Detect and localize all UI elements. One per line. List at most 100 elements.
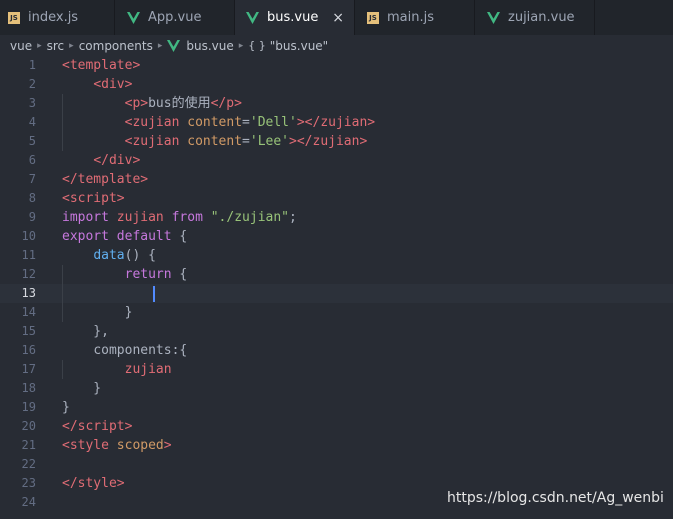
code-token: zujian bbox=[116, 210, 164, 225]
tab-label: index.js bbox=[28, 10, 79, 25]
code-token: return bbox=[124, 267, 172, 282]
line-number: 14 bbox=[21, 305, 36, 319]
tab-index-js[interactable]: JS index.js bbox=[0, 0, 115, 35]
code-token: <template bbox=[62, 58, 133, 73]
vue-file-icon bbox=[127, 11, 140, 24]
code-token: </style bbox=[62, 476, 117, 491]
code-line[interactable]: 15 }, bbox=[0, 322, 673, 341]
line-number: 17 bbox=[21, 362, 36, 376]
code-token: data bbox=[93, 248, 125, 263]
code-text: components:{ bbox=[62, 341, 187, 360]
line-number: 8 bbox=[28, 191, 36, 205]
tab-label: bus.vue bbox=[267, 10, 319, 25]
code-line[interactable]: 14 } bbox=[0, 303, 673, 322]
code-token: { bbox=[171, 267, 188, 282]
line-number: 21 bbox=[21, 438, 36, 452]
code-line[interactable]: 6 </div> bbox=[0, 151, 673, 170]
code-text: </template> bbox=[62, 170, 148, 189]
code-line[interactable]: 5 <zujian content='Lee'></zujian> bbox=[0, 132, 673, 151]
code-line[interactable]: 17 zujian bbox=[0, 360, 673, 379]
code-text: } bbox=[62, 379, 101, 398]
js-file-icon: JS bbox=[8, 11, 20, 24]
vue-file-icon bbox=[487, 11, 500, 24]
line-number: 10 bbox=[21, 229, 36, 243]
line-number: 5 bbox=[28, 134, 36, 148]
line-number: 3 bbox=[28, 96, 36, 110]
code-text: return { bbox=[62, 265, 188, 284]
code-token: } bbox=[62, 305, 133, 320]
js-file-icon: JS bbox=[367, 11, 379, 24]
line-number: 19 bbox=[21, 400, 36, 414]
breadcrumb-item-symbol[interactable]: "bus.vue" bbox=[270, 39, 328, 53]
line-number: 23 bbox=[21, 476, 36, 490]
line-number: 22 bbox=[21, 457, 36, 471]
code-token: zujian bbox=[320, 115, 368, 130]
code-line[interactable]: 10 export default { bbox=[0, 227, 673, 246]
code-token: <zujian bbox=[124, 115, 180, 130]
line-number: 12 bbox=[21, 267, 36, 281]
code-text: } bbox=[62, 303, 133, 322]
chevron-right-icon: ▸ bbox=[69, 40, 74, 51]
tab-bar: JS index.js App.vue bus.vue × JS main.js… bbox=[0, 0, 673, 35]
code-line[interactable]: 2 <div> bbox=[0, 75, 673, 94]
code-line[interactable]: 16 components:{ bbox=[0, 341, 673, 360]
code-token: <script bbox=[62, 191, 117, 206]
chevron-right-icon: ▸ bbox=[238, 40, 244, 51]
tab-bus-vue[interactable]: bus.vue × bbox=[235, 0, 355, 35]
code-token: default bbox=[116, 229, 172, 244]
code-line[interactable]: 3 <p>bus的使用</p> bbox=[0, 94, 673, 113]
tab-app-vue[interactable]: App.vue bbox=[115, 0, 235, 35]
code-line[interactable]: 8 <script> bbox=[0, 189, 673, 208]
line-number: 4 bbox=[28, 115, 36, 129]
chevron-right-icon: ▸ bbox=[37, 40, 42, 51]
tab-label: main.js bbox=[387, 10, 434, 25]
tab-main-js[interactable]: JS main.js bbox=[355, 0, 475, 35]
code-editor[interactable]: 1 <template> 2 <div> 3 <p>bus的使用</p> 4 <zuji… bbox=[0, 56, 673, 519]
line-number: 2 bbox=[28, 77, 36, 91]
code-text: </div> bbox=[62, 151, 140, 170]
code-line[interactable]: 4 <zujian content='Dell'></zujian> bbox=[0, 113, 673, 132]
code-line[interactable]: 12 return { bbox=[0, 265, 673, 284]
code-token: content bbox=[187, 134, 243, 149]
breadcrumb-item-components[interactable]: components bbox=[79, 39, 153, 53]
code-line[interactable]: 20 </script> bbox=[0, 417, 673, 436]
code-token: 'Dell' bbox=[249, 115, 297, 130]
code-text: <script> bbox=[62, 189, 125, 208]
breadcrumb-item-src[interactable]: src bbox=[47, 39, 65, 53]
code-token: } bbox=[62, 381, 102, 396]
code-line[interactable]: 9 import zujian from "./zujian"; bbox=[0, 208, 673, 227]
code-line[interactable]: 21 <style scoped> bbox=[0, 436, 673, 455]
line-number: 24 bbox=[21, 495, 36, 509]
code-token: > bbox=[367, 115, 376, 130]
vue-file-icon bbox=[167, 39, 181, 52]
code-line[interactable]: 13 bbox=[0, 284, 673, 303]
code-token: = bbox=[242, 134, 250, 149]
code-line[interactable]: 22 bbox=[0, 455, 673, 474]
code-text: <zujian content='Lee'></zujian> bbox=[62, 132, 368, 151]
code-text: export default { bbox=[62, 227, 187, 246]
tab-zujian-vue[interactable]: zujian.vue bbox=[475, 0, 595, 35]
close-icon[interactable]: × bbox=[332, 0, 344, 35]
code-token: ; bbox=[289, 210, 297, 225]
line-number: 15 bbox=[21, 324, 36, 338]
code-token: ></ bbox=[296, 115, 321, 130]
code-token: zujian bbox=[312, 134, 360, 149]
code-token: > bbox=[140, 172, 149, 187]
code-line[interactable]: 1 <template> bbox=[0, 56, 673, 75]
breadcrumb-item-vue[interactable]: vue bbox=[10, 39, 32, 53]
code-token: </div bbox=[93, 153, 133, 168]
breadcrumb-item-file[interactable]: bus.vue bbox=[186, 39, 233, 53]
code-line[interactable]: 7 </template> bbox=[0, 170, 673, 189]
code-line[interactable]: 19} bbox=[0, 398, 673, 417]
code-token: p bbox=[226, 96, 235, 111]
code-line[interactable]: 11 data() { bbox=[0, 246, 673, 265]
code-token: bus的使用 bbox=[148, 96, 211, 111]
code-token: <zujian bbox=[124, 134, 180, 149]
code-line[interactable]: 18 } bbox=[0, 379, 673, 398]
